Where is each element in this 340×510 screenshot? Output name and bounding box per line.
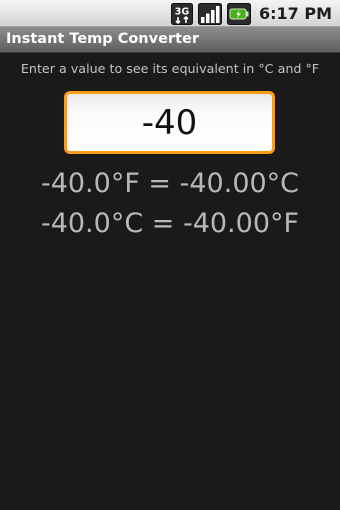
app-title-bar: Instant Temp Converter xyxy=(0,27,340,53)
value-input[interactable] xyxy=(67,94,272,151)
main-content: Enter a value to see its equivalent in °… xyxy=(0,53,340,510)
celsius-to-fahrenheit-result: -40.0°C = -40.00°F xyxy=(40,208,300,239)
fahrenheit-to-celsius-result: -40.0°F = -40.00°C xyxy=(40,168,300,199)
status-time: 6:17 PM xyxy=(258,4,332,23)
battery-icon xyxy=(226,2,251,25)
instructions-text: Enter a value to see its equivalent in °… xyxy=(20,61,320,76)
status-bar: 3G 6:17 PM xyxy=(0,0,340,27)
signal-strength-icon xyxy=(197,2,222,25)
network-3g-icon: 3G xyxy=(170,2,193,25)
value-input-container xyxy=(64,91,275,154)
status-icons: 3G 6:17 PM xyxy=(170,2,332,25)
app-title: Instant Temp Converter xyxy=(6,31,199,47)
network-type-label: 3G xyxy=(175,6,190,17)
